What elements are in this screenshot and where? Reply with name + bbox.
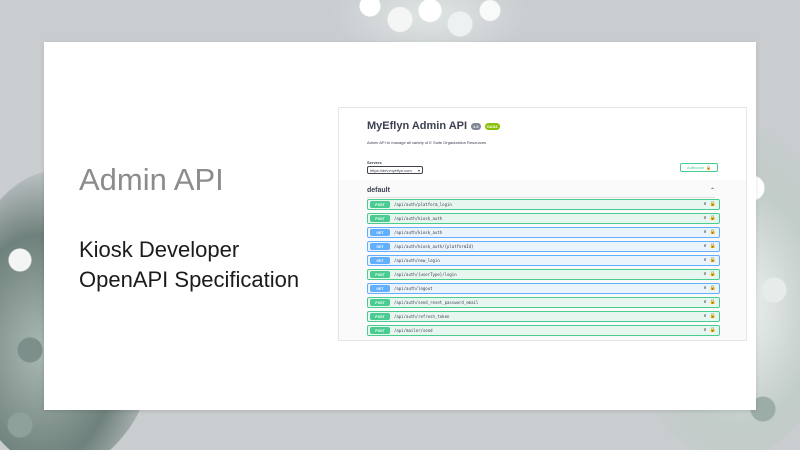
slide-title: Admin API — [79, 162, 224, 197]
method-badge: POST — [370, 313, 390, 320]
chevron-down-icon[interactable]: ∨ — [703, 285, 707, 291]
lock-icon[interactable]: 🔒 — [710, 271, 716, 277]
lock-icon[interactable]: 🔒 — [710, 313, 716, 319]
lock-icon[interactable]: 🔒 — [710, 215, 716, 221]
server-select[interactable]: https://dev.myeflyn.com ▾ — [367, 166, 423, 174]
operations-list: POST/api/auth/platform_login ∨ 🔒 POST/api/a… — [367, 199, 720, 339]
chevron-down-icon[interactable]: ∨ — [703, 299, 707, 305]
chevron-down-icon[interactable]: ∨ — [703, 243, 707, 249]
operation-icons: ∨ 🔒 — [703, 215, 716, 221]
chevron-down-icon[interactable]: ∨ — [703, 201, 707, 207]
tag-header-default[interactable]: default ⌃ — [367, 187, 715, 198]
server-value: https://dev.myeflyn.com — [370, 167, 412, 173]
operation-path: /api/auth/kiosk_auth/{platformId} — [394, 244, 474, 249]
operation-path: /api/auth/kiosk_auth — [394, 230, 443, 235]
api-info: MyEflyn Admin API 1.0 OAS3 Admin API to … — [367, 120, 500, 145]
operation-row[interactable]: GET/api/auth/logout ∨ 🔒 — [367, 283, 720, 294]
operation-path: /api/auth/send_reset_password_email — [394, 300, 479, 305]
tag-name: default — [367, 187, 390, 194]
method-badge: GET — [370, 229, 390, 236]
method-badge: POST — [370, 327, 390, 334]
operation-icons: ∨ 🔒 — [703, 271, 716, 277]
operation-path: /api/auth/new_login — [394, 258, 440, 263]
operation-icons: ∨ 🔒 — [703, 201, 716, 207]
chevron-down-icon[interactable]: ∨ — [703, 257, 707, 263]
method-badge: GET — [370, 285, 390, 292]
api-title: MyEflyn Admin API — [367, 120, 468, 132]
method-badge: GET — [370, 257, 390, 264]
lock-icon[interactable]: 🔒 — [710, 201, 716, 207]
operation-row[interactable]: POST/api/auth/kiosk_auth ∨ 🔒 — [367, 213, 720, 224]
lock-icon[interactable]: 🔒 — [710, 299, 716, 305]
method-badge: POST — [370, 299, 390, 306]
operation-path: /api/auth/{userType}/login — [394, 272, 457, 277]
swagger-ui-screenshot: MyEflyn Admin API 1.0 OAS3 Admin API to … — [338, 107, 747, 341]
operation-row[interactable]: POST/api/auth/{userType}/login ∨ 🔒 — [367, 269, 720, 280]
lock-icon[interactable]: 🔒 — [710, 243, 716, 249]
lock-icon: 🔓 — [705, 165, 711, 170]
slide-card: Admin API Kiosk Developer OpenAPI Specif… — [44, 42, 756, 410]
chevron-down-icon[interactable]: ∨ — [703, 327, 707, 333]
operation-row[interactable]: POST/api/auth/send_reset_password_email ∨… — [367, 297, 720, 308]
method-badge: POST — [370, 271, 390, 278]
chevron-down-icon[interactable]: ∨ — [703, 229, 707, 235]
operation-icons: ∨ 🔒 — [703, 299, 716, 305]
authorize-label: Authorize — [687, 165, 704, 170]
operation-icons: ∨ 🔒 — [703, 229, 716, 235]
operation-icons: ∨ 🔒 — [703, 285, 716, 291]
operation-row[interactable]: GET/api/auth/kiosk_auth ∨ 🔒 — [367, 227, 720, 238]
operation-row[interactable]: GET/api/auth/kiosk_auth/{platformId} ∨ 🔒 — [367, 241, 720, 252]
operation-row[interactable]: POST/api/auth/refresh_token ∨ 🔒 — [367, 311, 720, 322]
operation-row[interactable]: POST/api/auth/platform_login ∨ 🔒 — [367, 199, 720, 210]
operation-row[interactable]: POST/api/mailer/send ∨ 🔒 — [367, 325, 720, 336]
lock-icon[interactable]: 🔒 — [710, 285, 716, 291]
operation-path: /api/auth/refresh_token — [394, 314, 450, 319]
operation-row[interactable]: GET/api/auth/new_login ∨ 🔒 — [367, 255, 720, 266]
subtitle-line-1: Kiosk Developer — [79, 237, 240, 262]
slide-subtitle: Kiosk Developer OpenAPI Specification — [79, 235, 299, 295]
lock-icon[interactable]: 🔒 — [710, 327, 716, 333]
version-badge: 1.0 — [471, 122, 481, 130]
servers-label: Servers — [367, 160, 382, 165]
operation-icons: ∨ 🔒 — [703, 327, 716, 333]
authorize-button[interactable]: Authorize 🔓 — [680, 163, 718, 172]
subtitle-line-2: OpenAPI Specification — [79, 267, 300, 292]
chevron-up-icon: ⌃ — [709, 188, 715, 194]
operation-icons: ∨ 🔒 — [703, 313, 716, 319]
chevron-down-icon[interactable]: ∨ — [703, 215, 707, 221]
operation-path: /api/auth/platform_login — [394, 202, 452, 207]
operation-path: /api/auth/kiosk_auth — [394, 216, 443, 221]
method-badge: POST — [370, 201, 390, 208]
operation-icons: ∨ 🔒 — [703, 243, 716, 249]
operation-path: /api/mailer/send — [394, 328, 433, 333]
chevron-down-icon[interactable]: ∨ — [703, 271, 707, 277]
lock-icon[interactable]: 🔒 — [710, 257, 716, 263]
operation-path: /api/auth/logout — [394, 286, 433, 291]
lock-icon[interactable]: 🔒 — [710, 229, 716, 235]
method-badge: POST — [370, 215, 390, 222]
api-description: Admin API to manage all variety of E Sui… — [367, 140, 487, 145]
chevron-down-icon[interactable]: ∨ — [703, 313, 707, 319]
operation-icons: ∨ 🔒 — [703, 257, 716, 263]
method-badge: GET — [370, 243, 390, 250]
chevron-down-icon: ▾ — [417, 167, 420, 173]
servers-block: Servers https://dev.myeflyn.com ▾ — [367, 160, 423, 174]
api-title-row: MyEflyn Admin API 1.0 OAS3 — [367, 120, 500, 132]
oas-badge: OAS3 — [484, 122, 500, 130]
